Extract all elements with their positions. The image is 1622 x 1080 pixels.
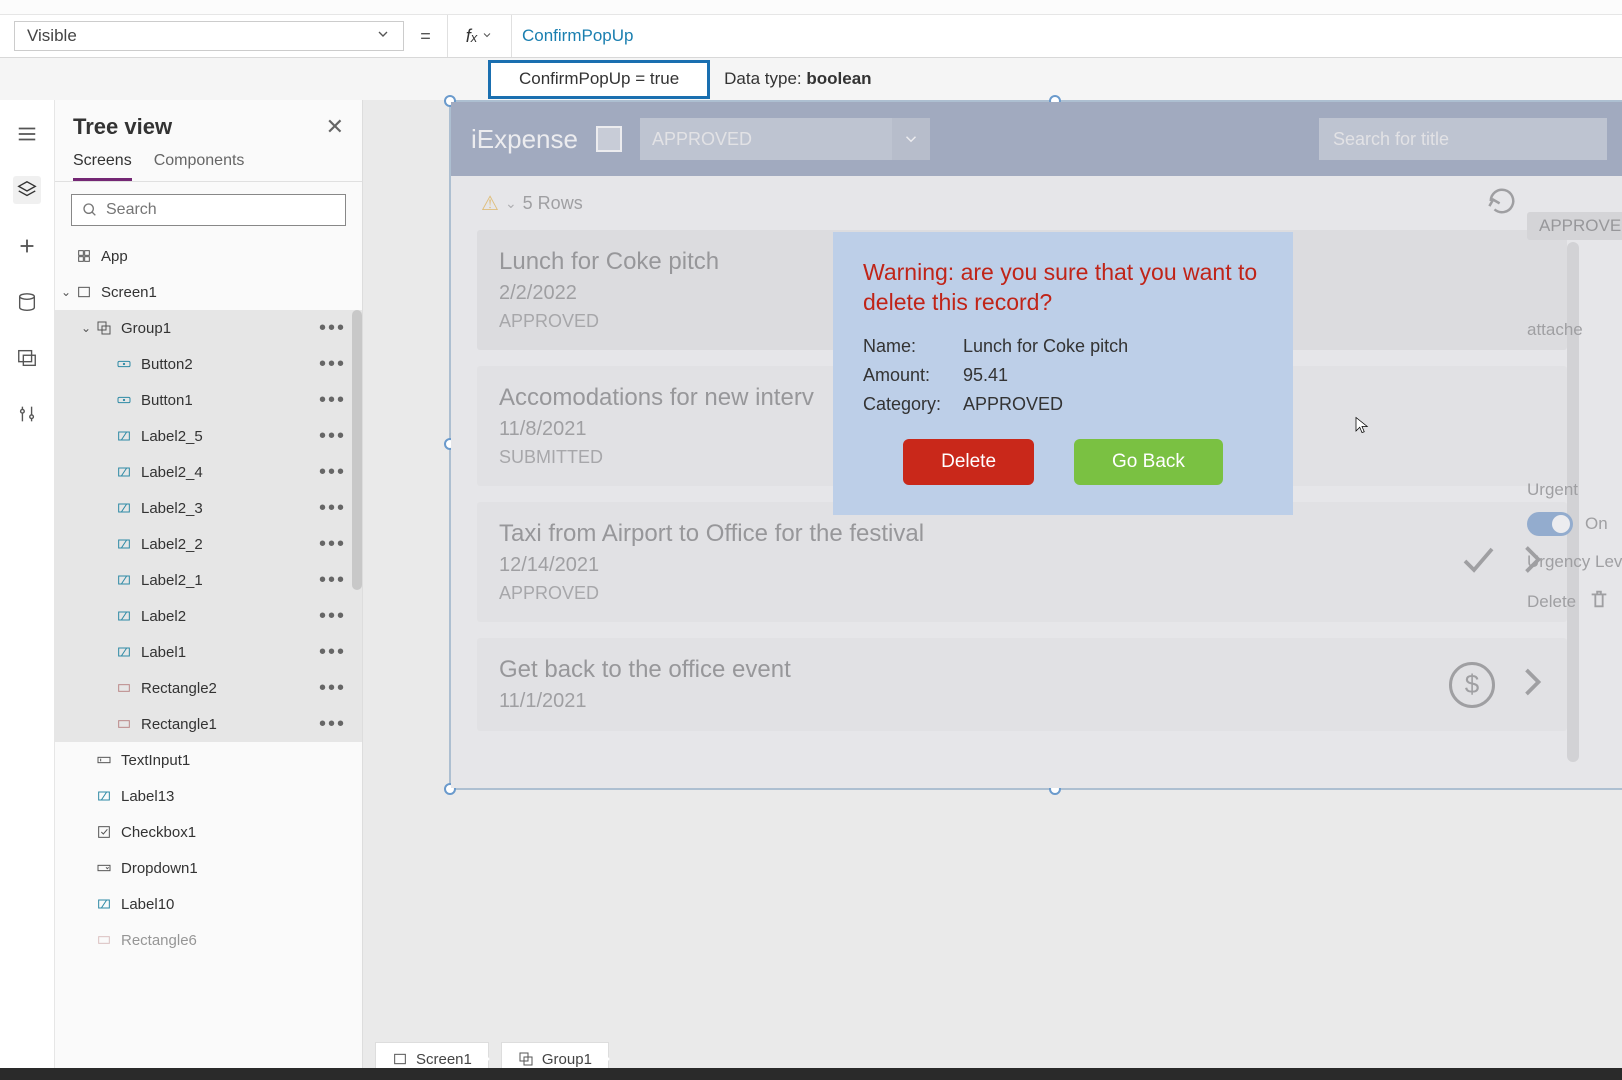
popup-warning: Warning: are you sure that you want to d…: [863, 258, 1263, 318]
tree-node-dropdown1[interactable]: Dropdown1: [55, 850, 362, 886]
app-icon: [73, 248, 95, 264]
label-icon: [113, 428, 135, 444]
delete-button[interactable]: Delete: [903, 439, 1034, 485]
label-icon: [93, 788, 115, 804]
tree-node-label2_5[interactable]: Label2_5•••: [55, 418, 362, 454]
more-icon[interactable]: •••: [319, 353, 352, 376]
app-preview: iExpense APPROVED Search for title ⚠ ⌄ 5…: [451, 102, 1622, 788]
group-icon: [93, 320, 115, 336]
canvas[interactable]: iExpense APPROVED Search for title ⚠ ⌄ 5…: [363, 100, 1622, 1080]
tree-node-rectangle2[interactable]: Rectangle2•••: [55, 670, 362, 706]
label-icon: [93, 896, 115, 912]
chevron-down-icon: [375, 26, 391, 47]
tree-node-group1[interactable]: ⌄Group1•••: [55, 310, 362, 346]
rectangle-icon: [113, 680, 135, 696]
chevron-down-icon[interactable]: ⌄: [79, 321, 93, 335]
chevron-down-icon: [481, 29, 493, 44]
label-icon: [113, 572, 135, 588]
tree-node-checkbox1[interactable]: Checkbox1: [55, 814, 362, 850]
tree-node-label1[interactable]: Label1•••: [55, 634, 362, 670]
tab-screens[interactable]: Screens: [73, 152, 132, 181]
left-rail: [0, 100, 55, 1080]
more-icon[interactable]: •••: [319, 641, 352, 664]
label-icon: [113, 536, 135, 552]
tree-node-textinput1[interactable]: TextInput1: [55, 742, 362, 778]
goback-button[interactable]: Go Back: [1074, 439, 1223, 485]
rectangle-icon: [93, 932, 115, 948]
database-icon[interactable]: [13, 288, 41, 316]
popup-category-value: APPROVED: [963, 394, 1063, 415]
tree-node-label2[interactable]: Label2•••: [55, 598, 362, 634]
tree-node-label2_2[interactable]: Label2_2•••: [55, 526, 362, 562]
tree-node-button2[interactable]: Button2•••: [55, 346, 362, 382]
label-icon: [113, 644, 135, 660]
tree-node-screen1[interactable]: ⌄Screen1: [55, 274, 362, 310]
equals-sign: =: [404, 15, 448, 57]
more-icon[interactable]: •••: [319, 569, 352, 592]
more-icon[interactable]: •••: [319, 677, 352, 700]
label-icon: [113, 608, 135, 624]
tree-node-app[interactable]: App: [55, 238, 362, 274]
datatype-label: Data type: boolean: [724, 69, 871, 89]
dropdown-icon: [93, 860, 115, 876]
settings-icon[interactable]: [13, 400, 41, 428]
more-icon[interactable]: •••: [319, 425, 352, 448]
hamburger-icon[interactable]: [13, 120, 41, 148]
tab-components[interactable]: Components: [154, 152, 245, 181]
tree-node-rectangle1[interactable]: Rectangle1•••: [55, 706, 362, 742]
tree-node-label2_1[interactable]: Label2_1•••: [55, 562, 362, 598]
screen-icon: [392, 1051, 408, 1067]
tree-node-label10[interactable]: Label10: [55, 886, 362, 922]
formula-tooltip: ConfirmPopUp = true: [488, 60, 710, 99]
button-icon: [113, 356, 135, 372]
tree-title: Tree view: [73, 114, 172, 140]
selection-frame[interactable]: iExpense APPROVED Search for title ⚠ ⌄ 5…: [449, 100, 1622, 790]
plus-icon[interactable]: [13, 232, 41, 260]
property-bar: Visible = fx ConfirmPopUp: [0, 15, 1622, 58]
popup-name-value: Lunch for Coke pitch: [963, 336, 1128, 357]
group-icon: [518, 1051, 534, 1067]
popup-amount-value: 95.41: [963, 365, 1008, 386]
property-selector[interactable]: Visible: [14, 21, 404, 51]
more-icon[interactable]: •••: [319, 317, 352, 340]
formula-bar[interactable]: ConfirmPopUp: [512, 15, 1622, 57]
label-icon: [113, 464, 135, 480]
tree-node-button1[interactable]: Button1•••: [55, 382, 362, 418]
screen-icon: [73, 284, 95, 300]
confirm-popup: Warning: are you sure that you want to d…: [833, 232, 1293, 515]
property-name: Visible: [27, 26, 77, 46]
media-icon[interactable]: [13, 344, 41, 372]
layers-icon[interactable]: [13, 176, 41, 204]
chevron-down-icon[interactable]: ⌄: [59, 285, 73, 299]
tree-node-label2_4[interactable]: Label2_4•••: [55, 454, 362, 490]
scrollbar[interactable]: [352, 310, 362, 590]
more-icon[interactable]: •••: [319, 389, 352, 412]
more-icon[interactable]: •••: [319, 461, 352, 484]
more-icon[interactable]: •••: [319, 497, 352, 520]
label-icon: [113, 500, 135, 516]
more-icon[interactable]: •••: [319, 713, 352, 736]
search-icon: [82, 202, 98, 218]
fx-button[interactable]: fx: [448, 15, 512, 57]
tree-view-panel: Tree view ✕ Screens Components App ⌄Scre…: [55, 100, 363, 1080]
button-icon: [113, 392, 135, 408]
rectangle-icon: [113, 716, 135, 732]
tree-list: App ⌄Screen1 ⌄Group1••• Button2••• Butto…: [55, 238, 362, 1080]
tree-search[interactable]: [71, 194, 346, 226]
search-input[interactable]: [106, 201, 335, 219]
bottom-bar: [0, 1068, 1622, 1080]
close-icon[interactable]: ✕: [326, 114, 344, 140]
tree-node-label13[interactable]: Label13: [55, 778, 362, 814]
more-icon[interactable]: •••: [319, 533, 352, 556]
textinput-icon: [93, 752, 115, 768]
tree-node-label2_3[interactable]: Label2_3•••: [55, 490, 362, 526]
more-icon[interactable]: •••: [319, 605, 352, 628]
checkbox-icon: [93, 824, 115, 840]
tree-node-rectcut[interactable]: Rectangle6: [55, 922, 362, 958]
